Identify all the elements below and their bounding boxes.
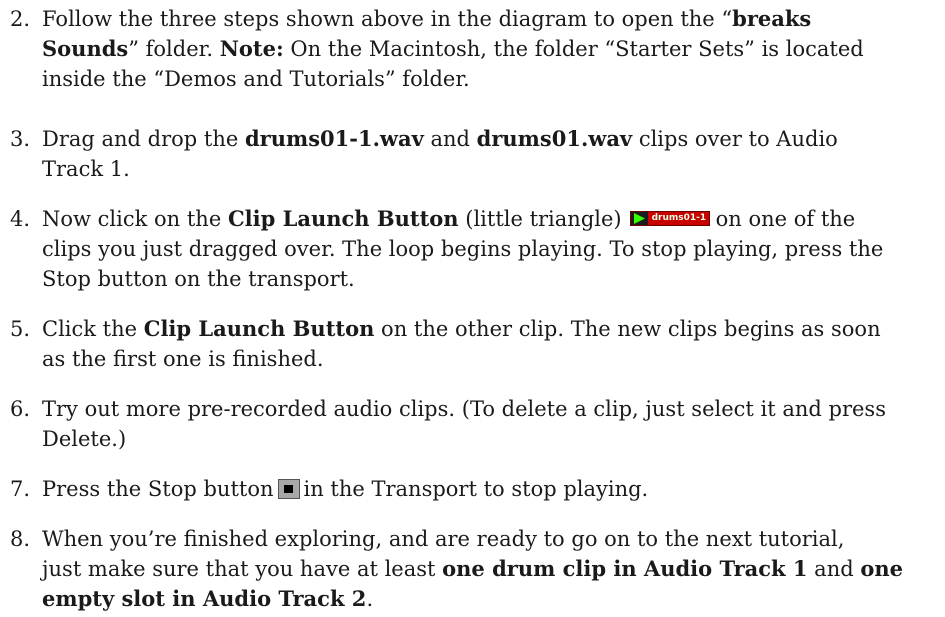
step-line: Delete.) [42, 424, 941, 454]
bold-button-name: Clip Launch Button [227, 206, 459, 231]
step-line: inside the “Demos and Tutorials” folder. [42, 64, 941, 94]
step-line: Follow the three steps shown above in th… [42, 4, 941, 34]
text-run: Drag and drop the [42, 127, 245, 151]
text-run: Follow the three steps shown above in th… [42, 7, 733, 31]
text-run: When you’re finished exploring, and are … [42, 527, 845, 551]
step-number: 4. [9, 207, 30, 231]
bold-requirement: empty slot in Audio Track 2 [42, 586, 367, 611]
text-run: as the first one is finished. [42, 347, 324, 371]
bold-folder-name: breaks [732, 6, 812, 31]
stop-square-icon [283, 484, 293, 493]
text-run: Click the [42, 317, 144, 341]
bold-button-name: Clip Launch Button [143, 316, 375, 341]
clip-launch-button-icon: drums01-1 [629, 211, 710, 226]
step-text: Follow the three steps shown above in th… [42, 4, 941, 94]
step-line: Stop button on the transport. [42, 264, 941, 294]
step-line: Now click on the Clip Launch Button (lit… [42, 204, 941, 234]
text-run: Stop button on the transport. [42, 267, 355, 291]
text-run: clips over to Audio [632, 127, 838, 151]
text-run: Try out more pre-recorded audio clips. (… [42, 397, 886, 421]
step-text: Press the Stop button in the Transport to… [42, 474, 941, 504]
step-line: as the first one is finished. [42, 344, 941, 374]
step-number: 8. [9, 527, 30, 551]
step-text: Try out more pre-recorded audio clips. (… [42, 394, 941, 454]
bold-note-label: Note: [219, 36, 284, 61]
step-line: just make sure that you have at least on… [42, 554, 941, 584]
text-run: On the Macintosh, the folder “Starter Se… [283, 37, 864, 61]
text-run: Now click on the [42, 207, 228, 231]
text-run: inside the “Demos and Tutorials” folder. [42, 67, 470, 91]
text-run: (little triangle) [458, 207, 622, 231]
bold-file-name: drums01.wav [476, 126, 633, 151]
instruction-steps: 2. Follow the three steps shown above in… [0, 0, 945, 617]
bold-requirement: one [860, 556, 903, 581]
text-run: clips you just dragged over. The loop be… [42, 237, 884, 261]
stop-button-icon [277, 478, 300, 499]
bold-file-name: drums01-1.wav [245, 126, 424, 151]
step-line: Click the Clip Launch Button on the othe… [42, 314, 941, 344]
step-text: Drag and drop the drums01-1.wav and drum… [42, 124, 941, 184]
step-line: Track 1. [42, 154, 941, 184]
step-text: Click the Clip Launch Button on the othe… [42, 314, 941, 374]
text-run: Delete.) [42, 427, 127, 451]
step-line: Press the Stop button in the Transport to… [42, 474, 941, 504]
text-run: Track 1. [42, 157, 130, 181]
text-run: just make sure that you have at least [42, 557, 443, 581]
step-number: 5. [9, 317, 30, 341]
play-triangle-icon [630, 212, 648, 225]
step-number: 6. [9, 397, 30, 421]
step-line: empty slot in Audio Track 2. [42, 584, 941, 614]
step-line: clips you just dragged over. The loop be… [42, 234, 941, 264]
text-run: and [807, 557, 861, 581]
text-run: and [423, 127, 477, 151]
text-run: ” folder. [128, 37, 220, 61]
step-text: Now click on the Clip Launch Button (lit… [42, 204, 941, 294]
step-line: Sounds” folder. Note: On the Macintosh, … [42, 34, 941, 64]
text-run: on the other clip. The new clips begins … [374, 317, 881, 341]
step-text: When you’re finished exploring, and are … [42, 524, 941, 614]
bold-folder-name: Sounds [42, 36, 129, 61]
step-number: 3. [9, 127, 30, 151]
step-number: 2. [9, 7, 30, 31]
text-run: . [366, 587, 374, 611]
text-run: in the Transport to stop playing. [303, 477, 649, 501]
text-run: Press the Stop button [42, 477, 274, 501]
clip-name-label: drums01-1 [651, 213, 707, 223]
step-line: Drag and drop the drums01-1.wav and drum… [42, 124, 941, 154]
step-number: 7. [9, 477, 30, 501]
text-run: on one of the [715, 207, 856, 231]
step-line: Try out more pre-recorded audio clips. (… [42, 394, 941, 424]
bold-requirement: one drum clip in Audio Track 1 [442, 556, 808, 581]
step-line: When you’re finished exploring, and are … [42, 524, 941, 554]
